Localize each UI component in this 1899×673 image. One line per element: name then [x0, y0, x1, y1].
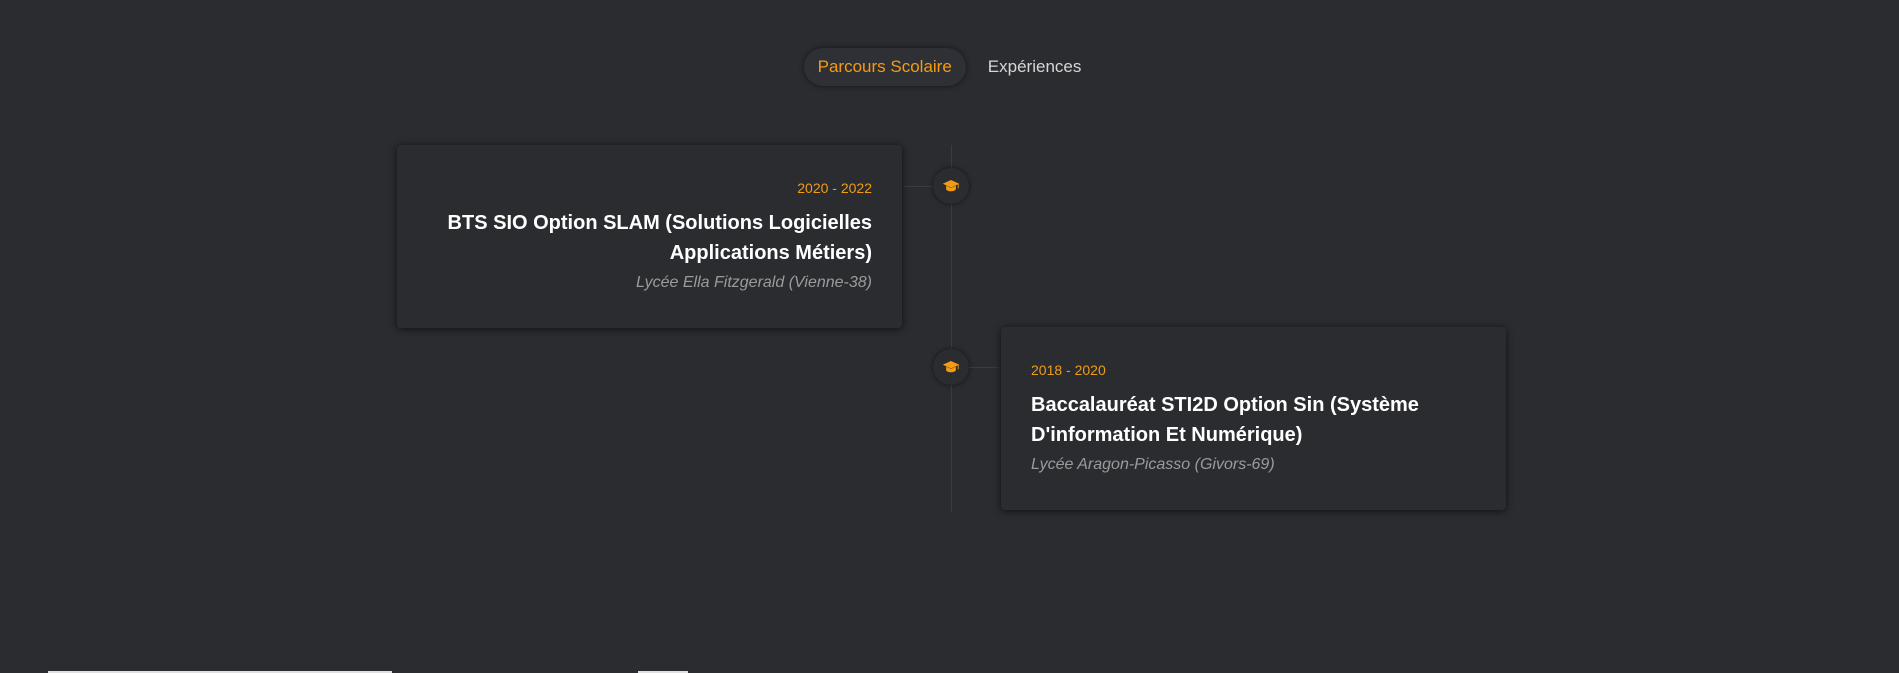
- tab-experiences[interactable]: Expériences: [974, 48, 1096, 86]
- tab-bar: Parcours Scolaire Expériences: [0, 48, 1899, 86]
- timeline-title: BTS SIO Option SLAM (Solutions Logiciell…: [447, 212, 872, 264]
- timeline-date: 2018 - 2020: [1031, 362, 1106, 378]
- page: Parcours Scolaire Expériences 2020 - 202…: [0, 0, 1899, 673]
- timeline-node: [933, 349, 969, 385]
- timeline-title: Baccalauréat STI2D Option Sin (Système D…: [1031, 394, 1419, 446]
- timeline-school: Lycée Ella Fitzgerald (Vienne-38): [636, 274, 872, 291]
- timeline-card: 2020 - 2022 BTS SIO Option SLAM (Solutio…: [397, 145, 902, 328]
- graduation-cap-icon: [942, 180, 960, 192]
- timeline-card: 2018 - 2020 Baccalauréat STI2D Option Si…: [1001, 327, 1506, 510]
- graduation-cap-icon: [942, 361, 960, 373]
- timeline-school: Lycée Aragon-Picasso (Givors-69): [1031, 456, 1275, 473]
- timeline-date: 2020 - 2022: [797, 180, 872, 196]
- tab-parcours-scolaire[interactable]: Parcours Scolaire: [803, 48, 966, 86]
- timeline-node: [933, 168, 969, 204]
